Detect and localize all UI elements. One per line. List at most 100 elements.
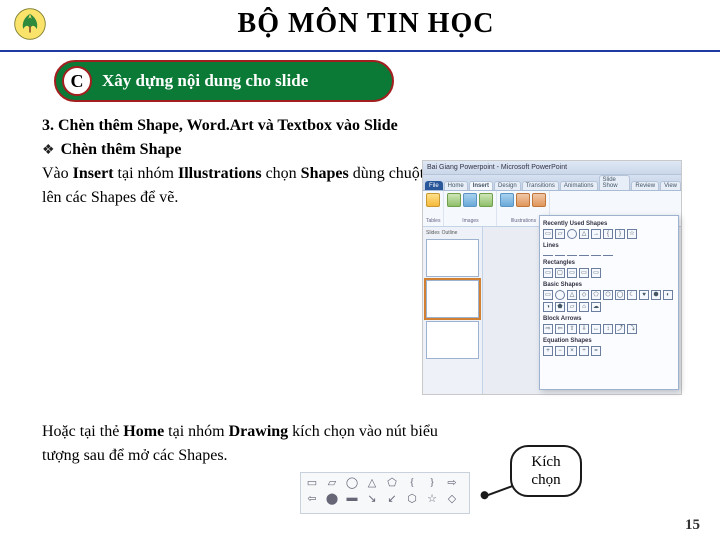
pp-shapes-basic-row: ▭△◇⬠⬡◯☾♥⬢◐◑⬟▱⌂☁ [543, 290, 675, 312]
shapes-icon [500, 193, 514, 207]
pp-tab-slideshow: Slide Show [599, 175, 631, 190]
pp-shapes-rects-row: ▭▢▭▭▭ [543, 268, 675, 278]
bullet-text: Chèn thêm Shape [61, 138, 182, 162]
shape-icon: ⇨ [543, 324, 553, 334]
shape-icon: ▭ [543, 268, 553, 278]
shape-icon: ⬡ [403, 491, 421, 505]
table-icon [426, 193, 440, 207]
pp-thumb-3 [426, 321, 479, 359]
picture-icon [447, 193, 461, 207]
pp-group-label-images: Images [462, 218, 478, 224]
pp-dd-rects: Rectangles [543, 260, 675, 266]
shape-icon [555, 251, 565, 256]
shape-icon: ☆ [627, 229, 637, 239]
shape-icon: − [555, 346, 565, 356]
shape-icon: ◇ [443, 491, 461, 505]
shape-icon: ◇ [579, 290, 589, 300]
pp-shapes-recent-row: ▭▱△→{}☆ [543, 229, 675, 239]
p1-illustrations: Illustrations [178, 165, 262, 182]
pp-tab-transitions: Transitions [522, 181, 559, 190]
shape-icon: ▱ [555, 229, 565, 239]
pp-tab-review: Review [631, 181, 659, 190]
pp-thumb-2 [426, 280, 479, 318]
section-title: Xây dựng nội dung cho slide [102, 71, 308, 91]
shape-icon: ▭ [303, 475, 321, 489]
shape-icon [579, 251, 589, 256]
shape-icon: ⇦ [303, 491, 321, 505]
shape-icon [555, 290, 565, 300]
shape-icon: ⤴ [615, 324, 625, 334]
section-pill: C Xây dựng nội dung cho slide [54, 60, 394, 102]
shape-icon: ▢ [555, 268, 565, 278]
shape-icon: ⇧ [567, 324, 577, 334]
paragraph-2: Hoặc tại thẻ Home tại nhóm Drawing kích … [42, 420, 472, 468]
callout-pointer [485, 485, 514, 497]
p2-c: tại nhóm [164, 423, 228, 440]
paragraph-1: Vào Insert tại nhóm Illustrations chọn S… [42, 162, 472, 210]
shape-icon: ♥ [639, 290, 649, 300]
shape-icon: ◐ [663, 290, 673, 300]
shape-icon: { [403, 475, 421, 489]
diamond-bullet-icon: ❖ [42, 140, 55, 161]
shape-icon: ▱ [323, 475, 341, 489]
screenshot-icon [479, 193, 493, 207]
pp-tab-insert: Insert [469, 181, 493, 190]
chart-icon [532, 193, 546, 207]
shape-icon: ◯ [615, 290, 625, 300]
pp-thumbs-tabs: Slides Outline [426, 230, 479, 236]
shape-icon: ▭ [543, 290, 553, 300]
shape-icon: ⬡ [603, 290, 613, 300]
shape-icon: ↙ [383, 491, 401, 505]
pp-dd-equation: Equation Shapes [543, 338, 675, 344]
shape-icon: ☁ [591, 302, 601, 312]
shape-icon: △ [579, 229, 589, 239]
shape-icon: ⇦ [555, 324, 565, 334]
subsection-heading: 3. Chèn thêm Shape, Word.Art và Textbox … [42, 114, 678, 138]
pp-tab-home: Home [444, 181, 468, 190]
shape-icon: } [615, 229, 625, 239]
slide-header: BỘ MÔN TIN HỌC [0, 0, 720, 48]
shape-icon: } [423, 475, 441, 489]
p1-e: chọn [262, 165, 301, 182]
pp-shapes-dropdown: Recently Used Shapes ▭▱△→{}☆ Lines Recta… [539, 215, 679, 390]
smartart-icon [516, 193, 530, 207]
p1-shapes: Shapes [301, 165, 349, 182]
page-title: BỘ MÔN TIN HỌC [22, 8, 710, 40]
callout-bubble: Kích chọn [510, 445, 582, 497]
shape-icon: ⬠ [383, 475, 401, 489]
pp-tab-animations: Animations [560, 181, 598, 190]
shape-icon: ▭ [543, 229, 553, 239]
shape-icon: × [567, 346, 577, 356]
shape-icon: + [543, 346, 553, 356]
shape-icon: ⬟ [555, 302, 565, 312]
p2-home: Home [123, 423, 164, 440]
section-letter: C [62, 66, 92, 96]
pp-tab-design: Design [494, 181, 521, 190]
p1-a: Vào [42, 165, 73, 182]
shape-icon: △ [567, 290, 577, 300]
pp-shapes-lines-row [543, 251, 675, 256]
shape-icon: ⬠ [591, 290, 601, 300]
shape-icon: △ [363, 475, 381, 489]
shape-icon: ⬢ [651, 290, 661, 300]
pp-tab-file: File [425, 181, 443, 190]
shape-icon: ⇩ [579, 324, 589, 334]
pp-dd-block: Block Arrows [543, 316, 675, 322]
pp-dd-basic: Basic Shapes [543, 282, 675, 288]
p2-drawing: Drawing [229, 423, 289, 440]
shape-icon: = [591, 346, 601, 356]
pp-dd-lines: Lines [543, 243, 675, 249]
school-logo [10, 4, 50, 44]
powerpoint-screenshot: Bai Giang Powerpoint - Microsoft PowerPo… [422, 160, 682, 395]
shape-icon [567, 229, 577, 239]
p1-c: tại nhóm [114, 165, 178, 182]
shape-icon: ▱ [567, 302, 577, 312]
callout-line2: chọn [520, 471, 572, 489]
shape-icon: ▭ [567, 268, 577, 278]
pp-group-label-tables: Tables [426, 218, 440, 224]
shape-icon: ☾ [627, 290, 637, 300]
pp-group-label-illustrations: Illustrations [511, 218, 536, 224]
shape-icon: { [603, 229, 613, 239]
pp-shapes-block-row: ⇨⇦⇧⇩↔↕⤴⤵ [543, 324, 675, 334]
pp-thumbs-tab-slides: Slides [426, 230, 440, 236]
